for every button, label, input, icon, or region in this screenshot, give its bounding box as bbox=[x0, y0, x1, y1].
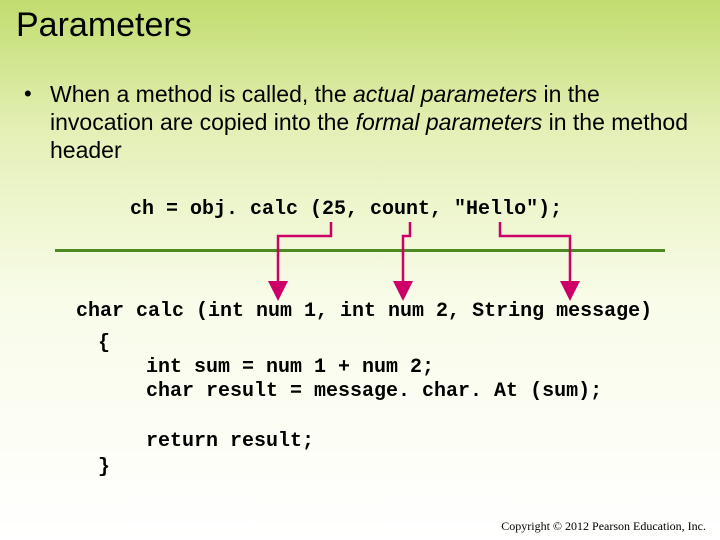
code-line2: char result = message. char. At (sum); bbox=[146, 380, 602, 403]
bullet-pre: When a method is called, the bbox=[50, 81, 353, 107]
bullet-text: When a method is called, the actual para… bbox=[50, 80, 702, 164]
code-signature: char calc (int num 1, int num 2, String … bbox=[76, 300, 652, 323]
code-brace-open: { bbox=[98, 332, 110, 355]
code-return: return result; bbox=[146, 430, 314, 453]
slide-title: Parameters bbox=[16, 6, 192, 45]
bullet-it2: formal parameters bbox=[356, 109, 543, 135]
bullet-block: • When a method is called, the actual pa… bbox=[22, 80, 702, 164]
arrow-param3 bbox=[500, 222, 570, 291]
copyright-footer: Copyright © 2012 Pearson Education, Inc. bbox=[501, 519, 706, 534]
arrow-param1 bbox=[278, 222, 331, 291]
arrow-param2 bbox=[403, 222, 410, 291]
bullet-dot: • bbox=[22, 80, 50, 164]
code-line1: int sum = num 1 + num 2; bbox=[146, 356, 434, 379]
code-call: ch = obj. calc (25, count, "Hello"); bbox=[130, 198, 562, 221]
separator-line bbox=[55, 249, 665, 252]
bullet-it1: actual parameters bbox=[353, 81, 537, 107]
code-brace-close: } bbox=[98, 456, 110, 479]
